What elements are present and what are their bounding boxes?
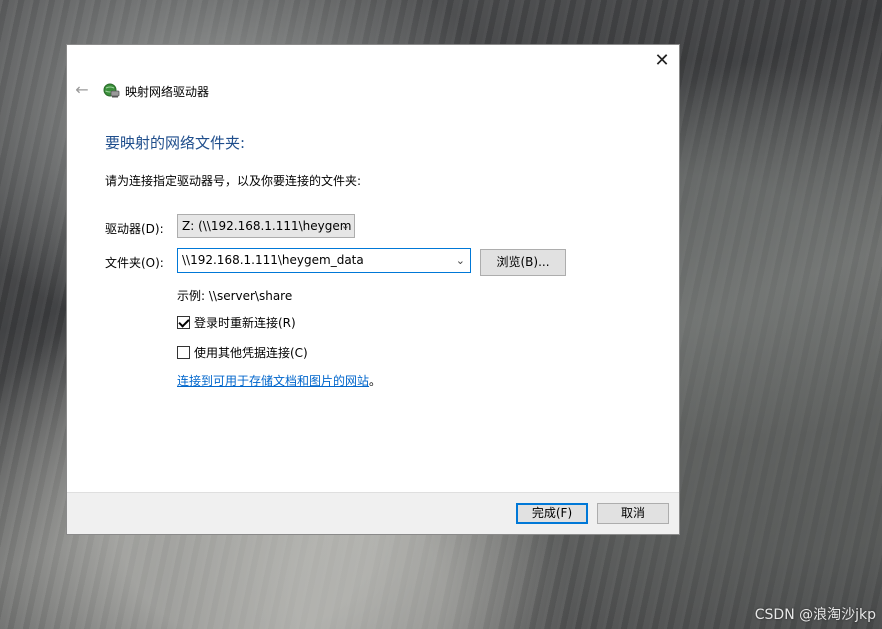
example-text: 示例: \\server\share <box>177 289 293 303</box>
folder-label: 文件夹(O): <box>105 256 164 270</box>
window-title: 映射网络驱动器 <box>125 85 210 99</box>
other-credentials-label: 使用其他凭据连接(C) <box>194 346 308 360</box>
close-icon: ✕ <box>654 49 670 71</box>
folder-input-value: \\192.168.1.111\heygem_data <box>182 253 364 267</box>
back-button[interactable]: ← <box>73 81 91 99</box>
drive-select[interactable]: Z: (\\192.168.1.111\heygem ⌄ <box>177 214 355 238</box>
website-link[interactable]: 连接到可用于存储文档和图片的网站 <box>177 374 369 388</box>
network-drive-icon <box>103 83 120 98</box>
reconnect-checkbox[interactable] <box>177 316 190 329</box>
instruction-text: 请为连接指定驱动器号，以及你要连接的文件夹: <box>105 174 362 188</box>
drive-label: 驱动器(D): <box>105 222 164 236</box>
watermark: CSDN @浪淘沙jkp <box>754 607 876 623</box>
folder-input[interactable]: \\192.168.1.111\heygem_data ⌄ <box>177 248 471 273</box>
cancel-button[interactable]: 取消 <box>597 503 669 524</box>
finish-button[interactable]: 完成(F) <box>516 503 588 524</box>
dialog-footer: 完成(F) 取消 <box>67 492 679 534</box>
drive-select-value: Z: (\\192.168.1.111\heygem <box>182 219 352 233</box>
back-arrow-icon: ← <box>75 80 89 99</box>
other-credentials-checkbox[interactable] <box>177 346 190 359</box>
chevron-down-icon[interactable]: ⌄ <box>456 249 465 272</box>
reconnect-option[interactable]: 登录时重新连接(R) <box>177 314 296 331</box>
browse-button[interactable]: 浏览(B)... <box>480 249 566 276</box>
website-link-row: 连接到可用于存储文档和图片的网站。 <box>177 372 381 389</box>
other-credentials-option[interactable]: 使用其他凭据连接(C) <box>177 344 308 361</box>
reconnect-label: 登录时重新连接(R) <box>194 316 296 330</box>
chevron-down-icon: ⌄ <box>340 219 350 232</box>
page-heading: 要映射的网络文件夹: <box>105 134 246 152</box>
map-network-drive-dialog: ✕ ← 映射网络驱动器 要映射的网络文件夹: 请为连接指定驱动器号，以及你要连接… <box>66 44 680 535</box>
close-button[interactable]: ✕ <box>645 45 679 75</box>
link-suffix: 。 <box>369 374 382 388</box>
